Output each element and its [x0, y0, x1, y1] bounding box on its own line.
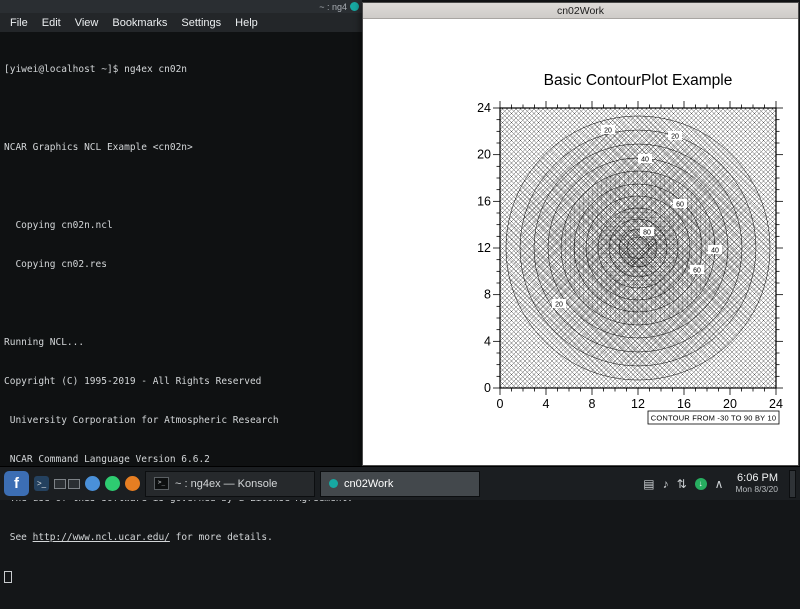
contour-plot: Basic ContourPlot Example 20 20	[363, 19, 798, 467]
terminal-line	[4, 297, 360, 310]
y-tick-label: 16	[477, 194, 491, 208]
terminal-line: Copying cn02.res	[4, 258, 360, 271]
x-tick-label: 8	[589, 397, 596, 411]
x-tick-label: 12	[631, 397, 645, 411]
terminal-line: NCAR Graphics NCL Example <cn02n>	[4, 141, 360, 154]
y-tick-label: 20	[477, 148, 491, 162]
y-tick-label: 0	[484, 381, 491, 395]
terminal-line: Copyright (C) 1995-2019 - All Rights Res…	[4, 375, 360, 388]
terminal-line	[4, 102, 360, 115]
contour-label: 40	[641, 157, 649, 164]
contour-field	[500, 108, 776, 388]
terminal-line: [yiwei@localhost ~]$ ng4ex cn02n	[4, 63, 360, 76]
quick-launch-orange-icon[interactable]	[125, 476, 140, 491]
taskbar-entry-cn02work[interactable]: cn02Work	[320, 471, 480, 497]
contour-label: 80	[643, 230, 651, 237]
clock[interactable]: 6:06 PM Mon 8/3/20	[731, 472, 778, 494]
konsole-window: ~ : ng4 File Edit View Bookmarks Setting…	[0, 0, 362, 466]
terminal-cursor	[4, 571, 12, 583]
y-tick-label: 8	[484, 288, 491, 302]
contour-label: 20	[555, 302, 563, 309]
x-tick-label: 24	[769, 397, 783, 411]
clipboard-tray-icon[interactable]: ▤	[643, 477, 654, 491]
konsole-titlebar-text: ~ : ng4	[319, 2, 347, 12]
y-axis-labels: 24 20 16 12 8 4 0	[477, 101, 491, 395]
show-desktop-button[interactable]	[789, 470, 796, 498]
terminal-line	[4, 180, 360, 193]
see-suffix: for more details.	[170, 532, 273, 543]
konsole-task-icon: >_	[154, 477, 169, 490]
taskbar: f >_ >_ ~ : ng4ex — Konsole cn02Work ▤ ♪…	[0, 466, 800, 500]
pager-desktop-2[interactable]	[68, 479, 80, 489]
konsole-menubar: File Edit View Bookmarks Settings Help	[0, 13, 362, 32]
cn02work-titlebar[interactable]: cn02Work	[363, 3, 798, 19]
terminal-cursor-line	[4, 570, 360, 583]
menu-help[interactable]: Help	[228, 16, 265, 30]
system-tray: ▤ ♪ ⇅ ↓ ∧ 6:06 PM Mon 8/3/20	[643, 470, 796, 498]
x-tick-label: 4	[543, 397, 550, 411]
quick-launch-green-icon[interactable]	[105, 476, 120, 491]
quick-launch-konsole-icon[interactable]: >_	[34, 476, 49, 491]
volume-tray-icon[interactable]: ♪	[663, 477, 669, 491]
terminal-line-see: See http://www.ncl.ucar.edu/ for more de…	[4, 531, 360, 544]
virtual-desktop-pager[interactable]	[54, 479, 80, 489]
x-tick-label: 0	[497, 397, 504, 411]
x-axis-labels: 0 4 8 12 16 20 24	[497, 397, 783, 411]
terminal-line: Copying cn02n.ncl	[4, 219, 360, 232]
terminal-line: NCAR Command Language Version 6.6.2	[4, 453, 360, 466]
menu-file[interactable]: File	[3, 16, 35, 30]
contour-note-box: CONTOUR FROM -30 TO 90 BY 10	[648, 411, 779, 424]
konsole-task-label: ~ : ng4ex — Konsole	[175, 478, 277, 490]
terminal-output[interactable]: [yiwei@localhost ~]$ ng4ex cn02n NCAR Gr…	[0, 32, 362, 609]
menu-edit[interactable]: Edit	[35, 16, 68, 30]
contour-label: 20	[604, 128, 612, 135]
menu-view[interactable]: View	[68, 16, 106, 30]
tray-expander-icon[interactable]: ∧	[715, 477, 724, 491]
x-tick-label: 16	[677, 397, 691, 411]
terminal-line: University Corporation for Atmospheric R…	[4, 414, 360, 427]
contour-label: 40	[711, 248, 719, 255]
contour-label: 60	[693, 268, 701, 275]
konsole-titlebar[interactable]: ~ : ng4	[0, 0, 362, 13]
network-tray-icon[interactable]: ⇅	[677, 477, 687, 491]
y-tick-label: 24	[477, 101, 491, 115]
cn02work-task-icon	[329, 479, 338, 488]
cn02work-window: cn02Work	[362, 2, 799, 466]
cn02work-canvas: Basic ContourPlot Example 20 20	[363, 19, 798, 465]
contour-label: 20	[671, 134, 679, 141]
see-prefix: See	[4, 532, 33, 543]
quick-launch-blue-icon[interactable]	[85, 476, 100, 491]
contour-label: 60	[676, 202, 684, 209]
y-tick-label: 12	[477, 241, 491, 255]
plot-title: Basic ContourPlot Example	[544, 72, 733, 89]
pager-desktop-1[interactable]	[54, 479, 66, 489]
window-icon	[350, 2, 359, 11]
x-tick-label: 20	[723, 397, 737, 411]
cn02work-title-text: cn02Work	[557, 5, 604, 17]
menu-bookmarks[interactable]: Bookmarks	[105, 16, 174, 30]
taskbar-entry-konsole[interactable]: >_ ~ : ng4ex — Konsole	[145, 471, 315, 497]
contour-note-text: CONTOUR FROM -30 TO 90 BY 10	[651, 414, 777, 423]
terminal-line: Running NCL...	[4, 336, 360, 349]
menu-settings[interactable]: Settings	[174, 16, 228, 30]
app-launcher-button[interactable]: f	[4, 471, 29, 496]
clock-date: Mon 8/3/20	[735, 485, 778, 495]
updates-tray-icon[interactable]: ↓	[695, 478, 707, 490]
ncl-url-link[interactable]: http://www.ncl.ucar.edu/	[33, 532, 170, 543]
y-tick-label: 4	[484, 334, 491, 348]
cn02work-task-label: cn02Work	[344, 478, 393, 490]
